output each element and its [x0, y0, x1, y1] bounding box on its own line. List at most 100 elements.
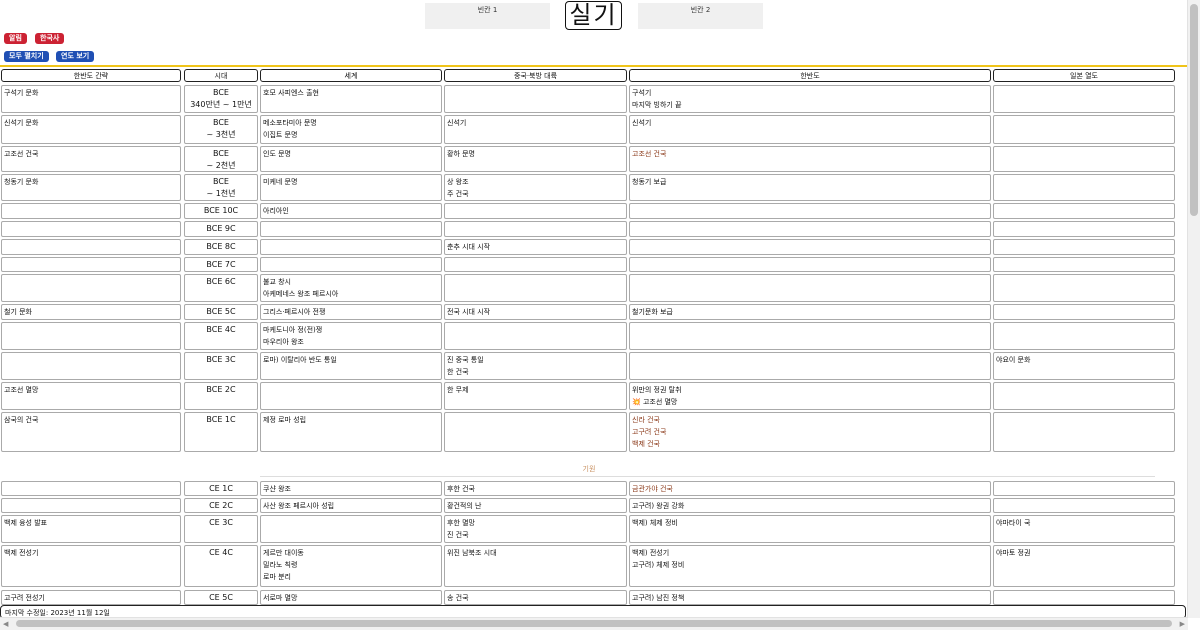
scroll-right-arrow-icon[interactable]: ▶	[1180, 620, 1185, 628]
cell-world[interactable]: 게르만 대이동 밀라노 칙령 로마 분리	[260, 545, 442, 587]
header-japan[interactable]: 일본 열도	[993, 69, 1175, 82]
horizontal-scrollbar[interactable]: ◀ ▶	[0, 617, 1188, 630]
cell-world[interactable]: 마케도니아 정(전)쟁 마우리아 왕조	[260, 322, 442, 350]
cell-china[interactable]: 후한 멸망 진 건국	[444, 515, 627, 543]
cell-china[interactable]: 상 왕조 주 건국	[444, 174, 627, 201]
cell-era[interactable]: BCE 1C	[184, 412, 258, 452]
cell-brief[interactable]: 고조선 멸망	[1, 382, 181, 410]
cell-japan[interactable]: 야요이 문화	[993, 352, 1175, 380]
header-china-north[interactable]: 중국·북방 대륙	[444, 69, 627, 82]
cell-japan[interactable]	[993, 590, 1175, 605]
cell-peninsula[interactable]	[629, 221, 991, 237]
cell-china[interactable]: 진 중국 통일 한 건국	[444, 352, 627, 380]
vertical-scrollbar[interactable]	[1187, 0, 1200, 618]
cell-era[interactable]: BCE 4C	[184, 322, 258, 350]
cell-era[interactable]: BCE 3C	[184, 352, 258, 380]
cell-world[interactable]: 메소포타미아 문명 이집트 문명	[260, 115, 442, 144]
cell-japan[interactable]: 야마토 정권	[993, 545, 1175, 587]
cell-era[interactable]: BCE 9C	[184, 221, 258, 237]
cell-era[interactable]: CE 1C	[184, 481, 258, 496]
cell-era[interactable]: BCE 8C	[184, 239, 258, 255]
horizontal-scroll-thumb[interactable]	[16, 620, 1172, 627]
vertical-scroll-thumb[interactable]	[1190, 4, 1198, 216]
cell-world[interactable]	[260, 239, 442, 255]
cell-brief[interactable]	[1, 239, 181, 255]
cell-brief[interactable]: 구석기 문화	[1, 85, 181, 113]
cell-world[interactable]	[260, 515, 442, 543]
cell-world[interactable]: 제정 로마 성립	[260, 412, 442, 452]
cell-peninsula[interactable]: 위만의 정권 탈취 💥 고조선 멸망	[629, 382, 991, 410]
cell-china[interactable]	[444, 221, 627, 237]
cell-brief[interactable]: 백제 융성 발표	[1, 515, 181, 543]
blank-slot-1[interactable]: 빈칸 1	[425, 3, 550, 29]
cell-brief[interactable]: 신석기 문화	[1, 115, 181, 144]
blank-slot-2[interactable]: 빈칸 2	[638, 3, 763, 29]
cell-era[interactable]: CE 2C	[184, 498, 258, 513]
cell-era[interactable]: BCE 2C	[184, 382, 258, 410]
cell-japan[interactable]	[993, 174, 1175, 201]
cell-china[interactable]: 송 건국	[444, 590, 627, 605]
cell-era[interactable]: CE 3C	[184, 515, 258, 543]
notes-button[interactable]: 알림	[4, 33, 27, 44]
cell-china[interactable]: 황건적의 난	[444, 498, 627, 513]
cell-brief[interactable]	[1, 221, 181, 237]
cell-world[interactable]: 호모 사피엔스 출현	[260, 85, 442, 113]
cell-era[interactable]: CE 5C	[184, 590, 258, 605]
cell-world[interactable]: 그리스·페르시아 전쟁	[260, 304, 442, 320]
cell-brief[interactable]	[1, 322, 181, 350]
cell-peninsula[interactable]: 백제) 체제 정비	[629, 515, 991, 543]
cell-peninsula[interactable]: 고구려) 왕권 강화	[629, 498, 991, 513]
cell-china[interactable]	[444, 203, 627, 219]
cell-japan[interactable]	[993, 412, 1175, 452]
cell-china[interactable]	[444, 257, 627, 272]
cell-japan[interactable]	[993, 481, 1175, 496]
cell-japan[interactable]	[993, 239, 1175, 255]
cell-peninsula[interactable]	[629, 203, 991, 219]
cell-era[interactable]: BCE 10C	[184, 203, 258, 219]
cell-world[interactable]: 아리아인	[260, 203, 442, 219]
cell-peninsula[interactable]	[629, 322, 991, 350]
korean-history-button[interactable]: 한국사	[35, 33, 65, 44]
cell-peninsula[interactable]: 금관가야 건국	[629, 481, 991, 496]
cell-world[interactable]: 로마) 이탈리아 반도 통일	[260, 352, 442, 380]
cell-era[interactable]: BCE ~ 2천년	[184, 146, 258, 172]
header-world[interactable]: 세계	[260, 69, 442, 82]
cell-china[interactable]	[444, 85, 627, 113]
cell-brief[interactable]: 고조선 건국	[1, 146, 181, 172]
cell-peninsula[interactable]: 고구려) 남진 정책	[629, 590, 991, 605]
cell-world[interactable]: 쿠샨 왕조	[260, 481, 442, 496]
cell-peninsula[interactable]	[629, 239, 991, 255]
cell-china[interactable]	[444, 412, 627, 452]
cell-peninsula[interactable]: 고조선 건국	[629, 146, 991, 172]
cell-peninsula[interactable]: 청동기 보급	[629, 174, 991, 201]
cell-peninsula[interactable]: 철기문화 보급	[629, 304, 991, 320]
cell-peninsula[interactable]	[629, 352, 991, 380]
cell-china[interactable]: 황하 문명	[444, 146, 627, 172]
cell-japan[interactable]	[993, 85, 1175, 113]
cell-world[interactable]	[260, 257, 442, 272]
cell-era[interactable]: BCE 7C	[184, 257, 258, 272]
cell-peninsula[interactable]: 신라 건국 고구려 건국 백제 건국	[629, 412, 991, 452]
cell-japan[interactable]	[993, 115, 1175, 144]
cell-china[interactable]: 신석기	[444, 115, 627, 144]
cell-japan[interactable]	[993, 203, 1175, 219]
cell-brief[interactable]	[1, 203, 181, 219]
cell-china[interactable]: 위진 남북조 시대	[444, 545, 627, 587]
cell-era[interactable]: BCE 5C	[184, 304, 258, 320]
header-peninsula[interactable]: 한반도	[629, 69, 991, 82]
cell-world[interactable]	[260, 221, 442, 237]
cell-world[interactable]: 인도 문명	[260, 146, 442, 172]
scroll-left-arrow-icon[interactable]: ◀	[3, 620, 8, 628]
cell-china[interactable]: 전국 시대 시작	[444, 304, 627, 320]
cell-era[interactable]: BCE ~ 3천년	[184, 115, 258, 144]
cell-japan[interactable]	[993, 221, 1175, 237]
cell-japan[interactable]	[993, 498, 1175, 513]
header-era[interactable]: 시대	[184, 69, 258, 82]
cell-china[interactable]	[444, 274, 627, 302]
cell-era[interactable]: BCE 340만년 ~ 1만년	[184, 85, 258, 113]
cell-brief[interactable]	[1, 498, 181, 513]
cell-brief[interactable]	[1, 257, 181, 272]
cell-brief[interactable]: 청동기 문화	[1, 174, 181, 201]
cell-era[interactable]: BCE ~ 1천년	[184, 174, 258, 201]
cell-japan[interactable]	[993, 304, 1175, 320]
